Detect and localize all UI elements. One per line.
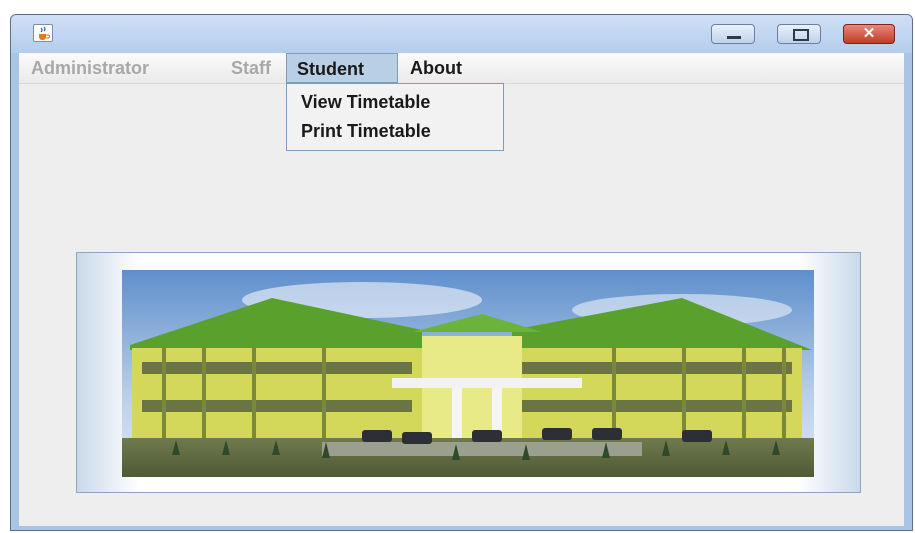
- student-dropdown-menu: View Timetable Print Timetable: [286, 83, 504, 151]
- menu-staff[interactable]: Staff: [221, 53, 281, 83]
- menu-student[interactable]: Student: [286, 53, 398, 83]
- minimize-button[interactable]: [711, 24, 755, 44]
- menu-item-view-timetable[interactable]: View Timetable: [301, 91, 430, 113]
- menu-about[interactable]: About: [400, 53, 472, 83]
- image-panel: [76, 252, 861, 493]
- menu-bar: Administrator Staff Student About: [19, 53, 904, 84]
- close-icon: ✕: [862, 25, 876, 42]
- menu-administrator[interactable]: Administrator: [21, 53, 159, 83]
- content-area: Administrator Staff Student About View T…: [19, 53, 904, 526]
- title-bar[interactable]: ✕: [11, 15, 912, 53]
- menu-item-print-timetable[interactable]: Print Timetable: [301, 120, 431, 142]
- maximize-button[interactable]: [777, 24, 821, 44]
- java-cup-icon: [33, 24, 53, 42]
- close-button[interactable]: ✕: [843, 24, 895, 44]
- app-window: ✕ Administrator Staff Student About View…: [10, 14, 913, 531]
- building-photo: [122, 270, 814, 477]
